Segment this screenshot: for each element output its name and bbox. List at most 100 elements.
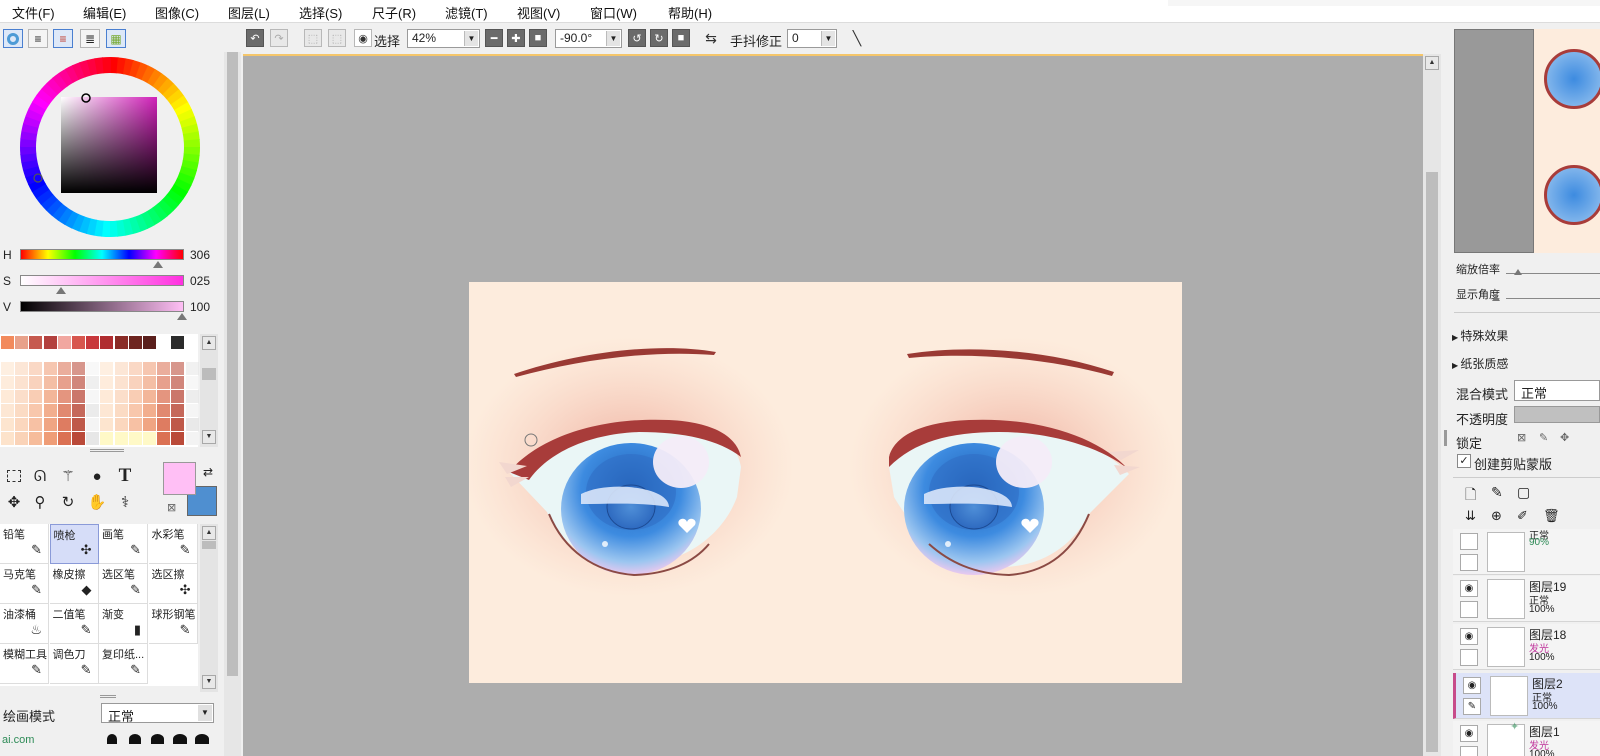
swatch[interactable]: [29, 336, 43, 349]
tool-eraser[interactable]: 橡皮擦 ◆: [49, 564, 99, 604]
text-tool-icon[interactable]: T: [112, 463, 138, 489]
swatch[interactable]: [157, 390, 171, 403]
layer-edit-icon[interactable]: [1460, 601, 1478, 618]
hue-slider[interactable]: [20, 249, 184, 260]
swatch[interactable]: [143, 418, 156, 431]
swatch[interactable]: [86, 404, 100, 417]
swatch[interactable]: [114, 390, 128, 403]
hue-slider-thumb[interactable]: [153, 261, 163, 268]
layer-visibility-icon[interactable]: ◉: [1460, 725, 1478, 742]
menu-image[interactable]: 图像(C): [155, 3, 199, 22]
clear-layer-icon[interactable]: ✐: [1517, 508, 1528, 524]
tool-selection-eraser[interactable]: 选区擦 ✣: [148, 564, 198, 604]
display-angle-thumb[interactable]: [1492, 295, 1500, 301]
swatch[interactable]: [86, 362, 100, 375]
swatch[interactable]: [171, 390, 185, 403]
lock-paint-icon[interactable]: ✎: [1539, 431, 1548, 444]
layer-edit-icon[interactable]: [1460, 649, 1478, 666]
rgb-slider-tab[interactable]: ≡: [28, 29, 48, 48]
tool-binary-pen[interactable]: 二值笔 ✎: [49, 604, 99, 644]
swatch[interactable]: [1, 432, 14, 445]
move-icon[interactable]: ✥: [1, 489, 27, 515]
scroll-up-icon[interactable]: ▲: [202, 336, 216, 350]
swatch[interactable]: [29, 404, 43, 417]
undo-button[interactable]: ↶: [246, 29, 264, 47]
layer-visibility-icon[interactable]: [1460, 533, 1478, 550]
swatch[interactable]: [100, 432, 114, 445]
swatch[interactable]: [185, 390, 199, 403]
tool-marker[interactable]: 马克笔 ✎: [0, 564, 49, 604]
canvas-area[interactable]: [243, 54, 1423, 756]
panel-splitter[interactable]: [90, 449, 124, 452]
swatch[interactable]: [15, 336, 29, 349]
tool-airbrush[interactable]: 喷枪 ✣: [49, 524, 99, 564]
magic-wand-icon[interactable]: ⚚: [55, 463, 81, 489]
brush-shape-row[interactable]: [100, 733, 214, 744]
layer-edit-icon[interactable]: [1460, 554, 1478, 571]
zoom-ratio-thumb[interactable]: [1514, 269, 1522, 275]
swatch[interactable]: [72, 376, 85, 389]
lock-transparency-icon[interactable]: ⊠: [1517, 431, 1526, 444]
swatch[interactable]: [57, 390, 71, 403]
new-folder-icon[interactable]: ▢: [1517, 484, 1530, 501]
menu-filter[interactable]: 滤镜(T): [445, 3, 488, 22]
swatch[interactable]: [72, 418, 85, 431]
display-angle-slider[interactable]: [1506, 298, 1600, 299]
swatch[interactable]: [29, 362, 43, 375]
canvas-scroll-up-icon[interactable]: ▲: [1425, 56, 1439, 70]
swatch[interactable]: [114, 336, 128, 349]
tool-blur-tool[interactable]: 模糊工具 ✎: [0, 644, 49, 684]
swatch[interactable]: [157, 404, 171, 417]
flip-button[interactable]: ⇆: [702, 29, 720, 47]
mixer-tab[interactable]: ≣: [80, 29, 100, 48]
tool-grid-scrollbar[interactable]: ▲ ▼: [200, 524, 218, 692]
menu-help[interactable]: 帮助(H): [668, 3, 712, 22]
tool-paint-bucket[interactable]: 油漆桶 ♨: [0, 604, 49, 644]
scroll-down-icon[interactable]: ▼: [202, 430, 216, 444]
swatch[interactable]: [86, 336, 100, 349]
swatch[interactable]: [86, 418, 100, 431]
swatch[interactable]: [128, 362, 142, 375]
swatch[interactable]: [72, 362, 85, 375]
swatch[interactable]: [128, 432, 142, 445]
clip-mask-checkbox[interactable]: ✓: [1457, 454, 1471, 468]
invert-button[interactable]: ⬚: [328, 29, 346, 47]
swatch[interactable]: [114, 418, 128, 431]
swatch[interactable]: [57, 432, 71, 445]
rotate-icon[interactable]: ↻: [55, 489, 81, 515]
rotation-reset-button[interactable]: ■: [672, 29, 690, 47]
swatch[interactable]: [43, 376, 57, 389]
swatch[interactable]: [143, 432, 156, 445]
artboard[interactable]: [464, 282, 1182, 683]
layer-visibility-icon[interactable]: ◉: [1460, 628, 1478, 645]
swatch[interactable]: [57, 336, 71, 349]
swatch[interactable]: [72, 336, 85, 349]
tool-ball-pen[interactable]: 球形钢笔 ✎: [148, 604, 198, 644]
swatch[interactable]: [1, 362, 14, 375]
layer-visibility-icon[interactable]: ◉: [1463, 677, 1481, 694]
swatch[interactable]: [43, 404, 57, 417]
saturation-slider-thumb[interactable]: [56, 287, 66, 294]
tool-pencil[interactable]: 铅笔 ✎: [0, 524, 49, 564]
deselect-button[interactable]: ⬚: [304, 29, 322, 47]
value-slider-thumb[interactable]: [177, 313, 187, 320]
swatch-tab[interactable]: ▦: [106, 29, 126, 48]
canvas-scrollbar[interactable]: ▲: [1423, 54, 1441, 756]
swatch[interactable]: [171, 418, 185, 431]
swatch[interactable]: [43, 336, 57, 349]
swatch[interactable]: [185, 418, 199, 431]
swatch[interactable]: [15, 390, 29, 403]
swatch[interactable]: [100, 336, 114, 349]
swatch[interactable]: [57, 404, 71, 417]
swatch[interactable]: [114, 404, 128, 417]
swatch[interactable]: [128, 376, 142, 389]
swatch[interactable]: [29, 376, 43, 389]
draw-mode-select[interactable]: 正常 ▼: [101, 703, 214, 724]
layer-row[interactable]: ◉ 图层19 正常 100%: [1453, 576, 1600, 622]
blend-mode-select[interactable]: 正常: [1514, 380, 1600, 401]
value-slider[interactable]: [20, 301, 184, 312]
swatch-palette[interactable]: [0, 334, 199, 447]
zoom-in-button[interactable]: ✚: [507, 29, 525, 47]
swatch[interactable]: [157, 362, 171, 375]
swatch[interactable]: [128, 390, 142, 403]
